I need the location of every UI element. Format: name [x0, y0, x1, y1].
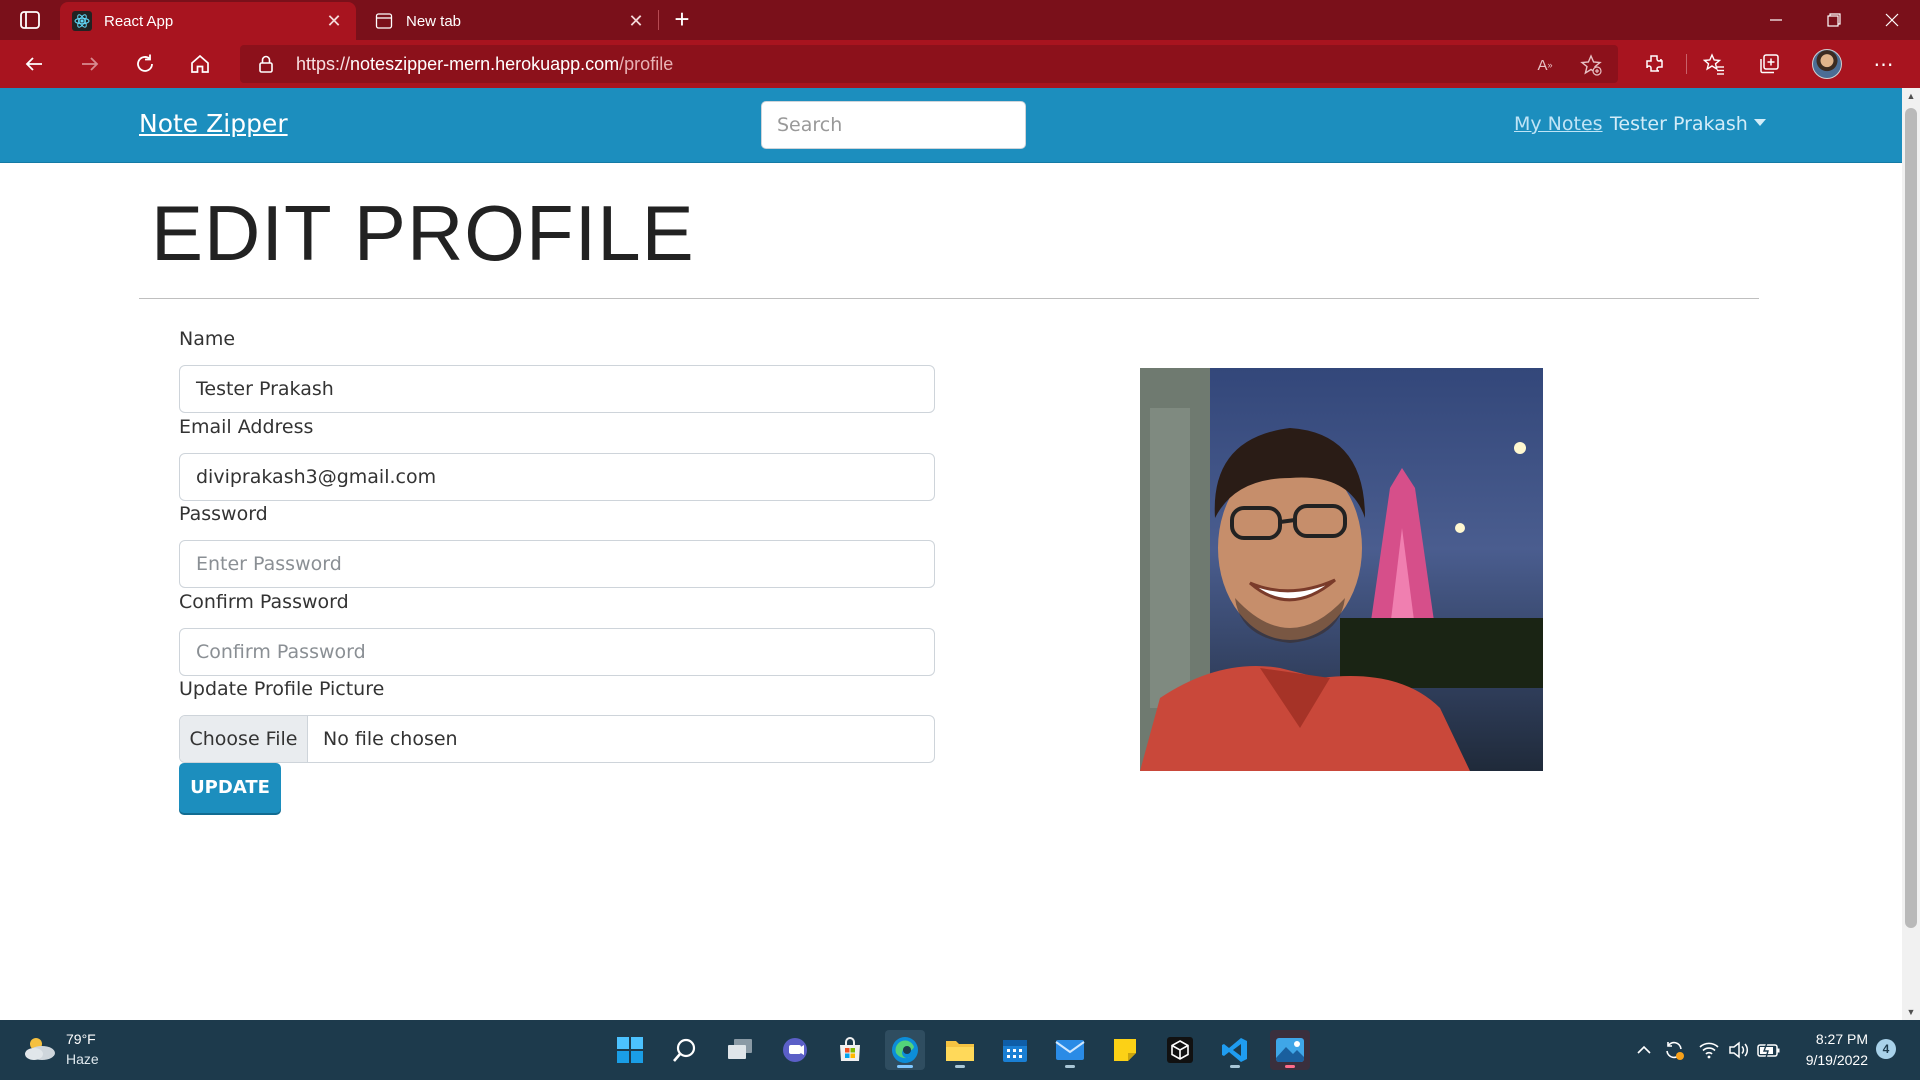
confirm-password-label: Confirm Password — [179, 591, 349, 613]
mail-icon[interactable] — [1050, 1030, 1090, 1070]
photos-icon[interactable] — [1270, 1030, 1310, 1070]
sync-icon[interactable] — [1662, 1038, 1686, 1062]
extensions-icon[interactable] — [1640, 50, 1668, 78]
url-path: /profile — [619, 54, 674, 74]
update-button[interactable]: UPDATE — [179, 763, 281, 813]
sticky-notes-icon[interactable] — [1105, 1030, 1145, 1070]
address-bar[interactable]: https://noteszipper-mern.herokuapp.com/p… — [240, 45, 1618, 83]
collections-icon[interactable] — [1755, 50, 1783, 78]
scrollbar-thumb[interactable] — [1905, 108, 1917, 928]
web-page: Note Zipper Search My Notes Tester Praka… — [0, 88, 1902, 1020]
app-cube-icon[interactable] — [1160, 1030, 1200, 1070]
chevron-up-icon[interactable] — [1632, 1038, 1656, 1062]
running-indicator — [955, 1065, 965, 1068]
volume-icon[interactable] — [1727, 1038, 1751, 1062]
back-arrow-icon[interactable] — [18, 48, 50, 80]
running-indicator — [1065, 1065, 1075, 1068]
url-text: https://noteszipper-mern.herokuapp.com/p… — [296, 54, 673, 75]
add-favorite-icon[interactable] — [1579, 53, 1603, 77]
brand-link[interactable]: Note Zipper — [139, 109, 288, 138]
email-label: Email Address — [179, 416, 314, 438]
page-scrollbar[interactable]: ▲ ▼ — [1902, 88, 1920, 1020]
running-indicator — [1230, 1065, 1240, 1068]
scroll-down-icon[interactable]: ▼ — [1902, 1004, 1920, 1020]
toolbar-separator — [1686, 54, 1687, 74]
forward-arrow-icon[interactable] — [74, 48, 106, 80]
lock-icon[interactable] — [256, 54, 276, 74]
tab-actions-icon[interactable] — [18, 8, 42, 32]
weather-haze-icon[interactable] — [22, 1034, 58, 1064]
refresh-icon[interactable] — [129, 48, 161, 80]
task-view-icon[interactable] — [720, 1030, 760, 1070]
url-scheme: https:// — [296, 54, 351, 74]
email-input[interactable]: diviprakash3@gmail.com — [179, 453, 935, 501]
weather-temperature[interactable]: 79°F — [66, 1031, 96, 1047]
profile-picture-file-input[interactable]: Choose File No file chosen — [179, 715, 935, 763]
app-navbar: Note Zipper Search My Notes Tester Praka… — [0, 88, 1902, 163]
edge-browser-icon[interactable] — [885, 1030, 925, 1070]
search-input[interactable]: Search — [761, 101, 1026, 149]
running-indicator — [897, 1065, 913, 1068]
restore-icon[interactable] — [1806, 0, 1862, 40]
teams-chat-icon[interactable] — [775, 1030, 815, 1070]
search-icon[interactable] — [665, 1030, 705, 1070]
more-options-icon[interactable]: ⋯ — [1870, 50, 1898, 78]
browser-profile-avatar[interactable] — [1812, 49, 1842, 79]
scroll-up-icon[interactable]: ▲ — [1902, 88, 1920, 104]
minimize-icon[interactable] — [1748, 0, 1804, 40]
browser-toolbar: https://noteszipper-mern.herokuapp.com/p… — [0, 40, 1920, 88]
tab-react-app[interactable]: React App ✕ — [60, 2, 356, 40]
name-label: Name — [179, 328, 236, 350]
vscode-icon[interactable] — [1215, 1030, 1255, 1070]
page-title: EDIT PROFILE — [151, 189, 695, 277]
user-dropdown-label: Tester Prakash — [1610, 113, 1748, 135]
file-status: No file chosen — [323, 728, 458, 750]
tab-title: New tab — [406, 12, 462, 30]
windows-taskbar: 79°F Haze 8:27 PM 9/19/2022 4 — [0, 1020, 1920, 1080]
calendar-icon[interactable] — [995, 1030, 1035, 1070]
password-input[interactable]: Enter Password — [179, 540, 935, 588]
wifi-icon[interactable] — [1697, 1038, 1721, 1062]
read-aloud-icon[interactable]: A» — [1533, 53, 1557, 77]
browser-tab-strip: React App ✕ New tab ✕ + — [0, 0, 1920, 40]
running-indicator — [1285, 1065, 1295, 1068]
my-notes-link[interactable]: My Notes — [1514, 113, 1603, 135]
close-tab-icon[interactable]: ✕ — [324, 11, 344, 31]
home-icon[interactable] — [184, 48, 216, 80]
confirm-password-input[interactable]: Confirm Password — [179, 628, 935, 676]
choose-file-button[interactable]: Choose File — [180, 716, 308, 762]
caret-down-icon — [1753, 119, 1766, 126]
close-window-icon[interactable] — [1864, 0, 1920, 40]
file-explorer-icon[interactable] — [940, 1030, 980, 1070]
url-host: noteszipper-mern.herokuapp.com — [350, 54, 620, 74]
title-divider — [139, 298, 1759, 299]
tab-separator — [658, 10, 659, 30]
favorites-icon[interactable] — [1700, 50, 1728, 78]
clock-time[interactable]: 8:27 PM — [1774, 1031, 1868, 1047]
new-tab-plus-icon[interactable]: + — [668, 6, 696, 34]
profile-picture-label: Update Profile Picture — [179, 678, 385, 700]
password-label: Password — [179, 503, 268, 525]
clock-date[interactable]: 9/19/2022 — [1774, 1052, 1868, 1068]
tab-title: React App — [104, 12, 174, 30]
weather-description[interactable]: Haze — [66, 1051, 99, 1067]
new-tab-page-icon — [374, 11, 394, 31]
microsoft-store-icon[interactable] — [830, 1030, 870, 1070]
name-input[interactable]: Tester Prakash — [179, 365, 935, 413]
tab-new-tab[interactable]: New tab ✕ — [362, 2, 658, 40]
notification-badge[interactable]: 4 — [1876, 1039, 1896, 1059]
profile-picture — [1140, 368, 1543, 771]
close-tab-icon[interactable]: ✕ — [626, 11, 646, 31]
user-dropdown[interactable]: Tester Prakash — [1610, 113, 1766, 135]
react-icon — [72, 11, 92, 31]
start-windows-icon[interactable] — [610, 1030, 650, 1070]
